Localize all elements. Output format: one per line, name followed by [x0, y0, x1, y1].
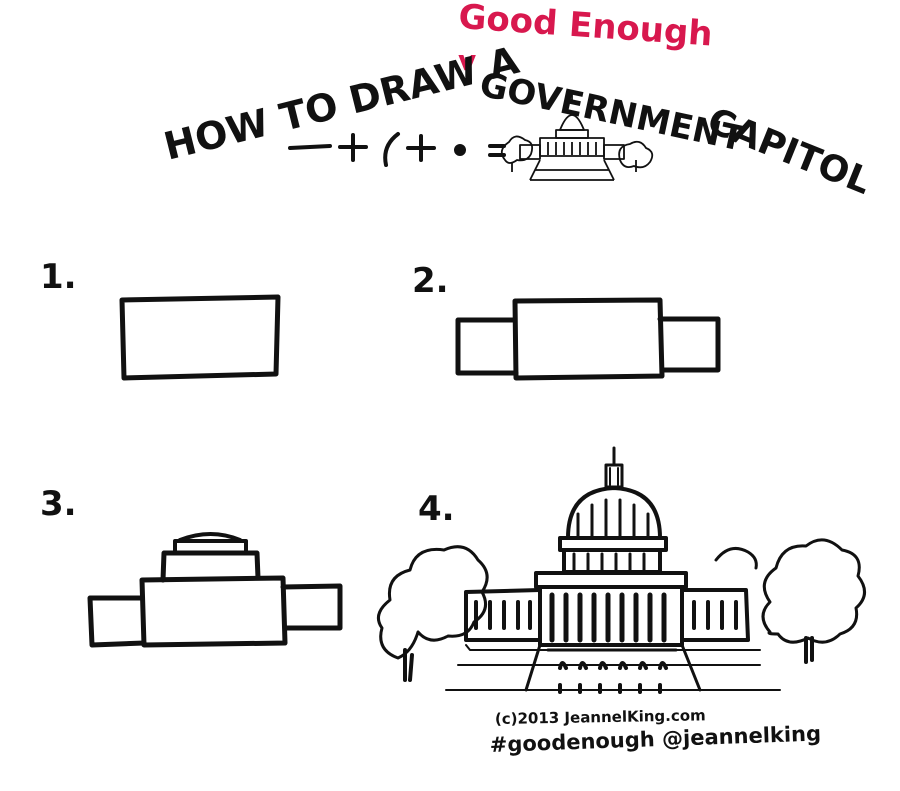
- step-2-drawing: [455, 297, 721, 381]
- step-4-label: 4.: [418, 489, 455, 529]
- tree-right: [761, 538, 866, 644]
- step-2-label: 2.: [412, 261, 449, 301]
- formula-dot: [454, 144, 466, 156]
- dome: [566, 486, 662, 540]
- drawing-canvas: Good Enough v HOW TO DRAW A GOVERNMENT C…: [40, 0, 877, 757]
- formula-dome-arc: [383, 132, 400, 167]
- credit-line-1: (c)2013 JeannelKing.com: [495, 706, 706, 728]
- step-3-drawing: [87, 532, 343, 648]
- formula-plus-2: [406, 134, 436, 162]
- formula-plus-1: [338, 133, 368, 162]
- step-1-drawing: [119, 294, 281, 381]
- formula: [288, 132, 506, 167]
- title-block: Good Enough v HOW TO DRAW A GOVERNMENT C…: [160, 0, 877, 203]
- step-4-drawing: [376, 446, 866, 694]
- title-how-to-draw: HOW TO DRAW A: [160, 38, 524, 169]
- formula-dash: [288, 144, 332, 150]
- step-3-label: 3.: [40, 484, 77, 524]
- step-1-label: 1.: [40, 257, 77, 297]
